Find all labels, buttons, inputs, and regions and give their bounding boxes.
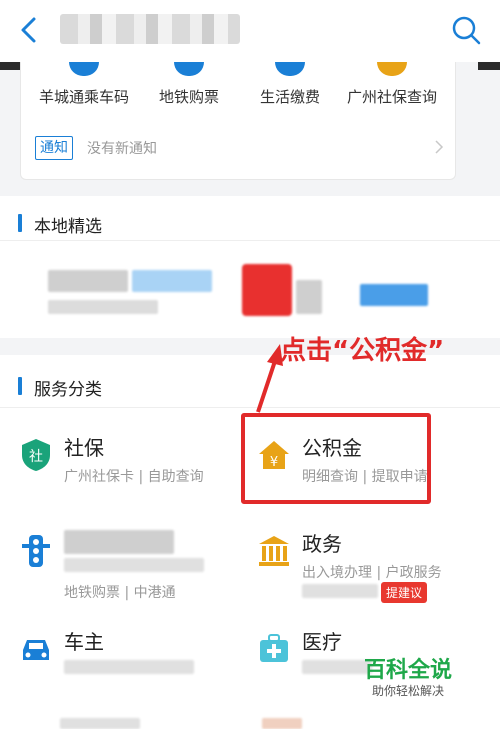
blurred-content bbox=[60, 718, 140, 729]
section-accent-bar bbox=[18, 214, 22, 232]
traffic-light-icon bbox=[22, 535, 50, 567]
blurred-content bbox=[48, 270, 128, 292]
quick-service-social-security[interactable]: 广州社保查询 bbox=[337, 62, 447, 107]
status-strip-left bbox=[0, 62, 20, 70]
chevron-left-icon[interactable] bbox=[14, 14, 44, 46]
svg-text:社: 社 bbox=[29, 449, 43, 465]
shield-icon: 社 bbox=[22, 439, 50, 471]
quick-service-bills[interactable]: 生活缴费 bbox=[235, 62, 345, 107]
suggest-badge[interactable]: 提建议 bbox=[381, 582, 428, 603]
divider bbox=[0, 240, 500, 241]
quick-service-metro[interactable]: 地铁购票 bbox=[134, 62, 244, 107]
blurred-content bbox=[296, 280, 322, 314]
shield-icon bbox=[377, 62, 407, 76]
status-strip-right bbox=[478, 62, 500, 70]
blurred-content bbox=[132, 270, 212, 292]
search-icon[interactable] bbox=[450, 14, 482, 46]
service-social-security[interactable]: 社 社保 广州社保卡 | 自助查询 bbox=[20, 432, 250, 512]
car-icon bbox=[23, 640, 49, 660]
blurred-title bbox=[64, 530, 174, 554]
service-subtitle: 出入境办理 | 户政服务 bbox=[302, 565, 442, 581]
service-government[interactable]: 政务 出入境办理 | 户政服务 bbox=[258, 528, 488, 608]
blurred-content bbox=[262, 718, 302, 729]
annotation-text: 点击“公积金” bbox=[280, 336, 445, 366]
notice-text: 没有新通知 bbox=[87, 141, 157, 157]
metro-icon bbox=[174, 62, 204, 76]
service-title: 车主 bbox=[64, 630, 104, 654]
service-car-owner[interactable]: 车主 bbox=[20, 626, 250, 706]
red-envelope-image[interactable] bbox=[242, 264, 292, 316]
section-accent-bar bbox=[18, 377, 22, 395]
lightning-icon bbox=[275, 62, 305, 76]
notice-row[interactable]: 通知 没有新通知 bbox=[35, 134, 445, 164]
blurred-content bbox=[64, 558, 204, 572]
chevron-right-icon bbox=[435, 140, 444, 154]
blurred-content bbox=[360, 284, 428, 306]
blurred-content bbox=[302, 660, 372, 674]
medical-icon bbox=[260, 634, 288, 662]
quick-service-label: 羊城通乘车码 bbox=[38, 88, 129, 106]
service-transport[interactable]: 地铁购票 | 中港通 bbox=[20, 528, 250, 608]
local-picks-section: 本地精选 bbox=[0, 196, 500, 338]
service-title: 医疗 bbox=[302, 630, 342, 654]
blurred-title bbox=[60, 14, 240, 44]
notice-tag: 通知 bbox=[35, 136, 73, 160]
top-bar bbox=[0, 0, 500, 62]
quick-service-label: 生活缴费 bbox=[259, 88, 320, 106]
service-subtitle: 广州社保卡 | 自助查询 bbox=[64, 469, 204, 485]
service-subtitle: 地铁购票 | 中港通 bbox=[64, 585, 176, 601]
quick-service-label: 地铁购票 bbox=[158, 88, 219, 106]
watermark-subtitle: 助你轻松解决 bbox=[372, 684, 445, 698]
blurred-content bbox=[64, 660, 194, 674]
government-icon bbox=[259, 536, 289, 566]
blurred-content bbox=[302, 584, 378, 598]
service-title: 社保 bbox=[64, 436, 104, 460]
qrcode-icon bbox=[69, 62, 99, 76]
watermark-title: 百科全说 bbox=[364, 658, 453, 683]
blurred-content bbox=[48, 300, 158, 314]
quick-service-label: 广州社保查询 bbox=[346, 88, 437, 106]
quick-service-yct[interactable]: 羊城通乘车码 bbox=[29, 62, 139, 107]
highlight-box bbox=[241, 413, 431, 504]
section-title: 本地精选 bbox=[34, 217, 102, 237]
service-title: 政务 bbox=[302, 532, 342, 556]
quick-services-card: 羊城通乘车码 地铁购票 生活缴费 广州社保查询 通知 没有新通知 bbox=[20, 62, 456, 180]
section-title: 服务分类 bbox=[34, 380, 102, 400]
